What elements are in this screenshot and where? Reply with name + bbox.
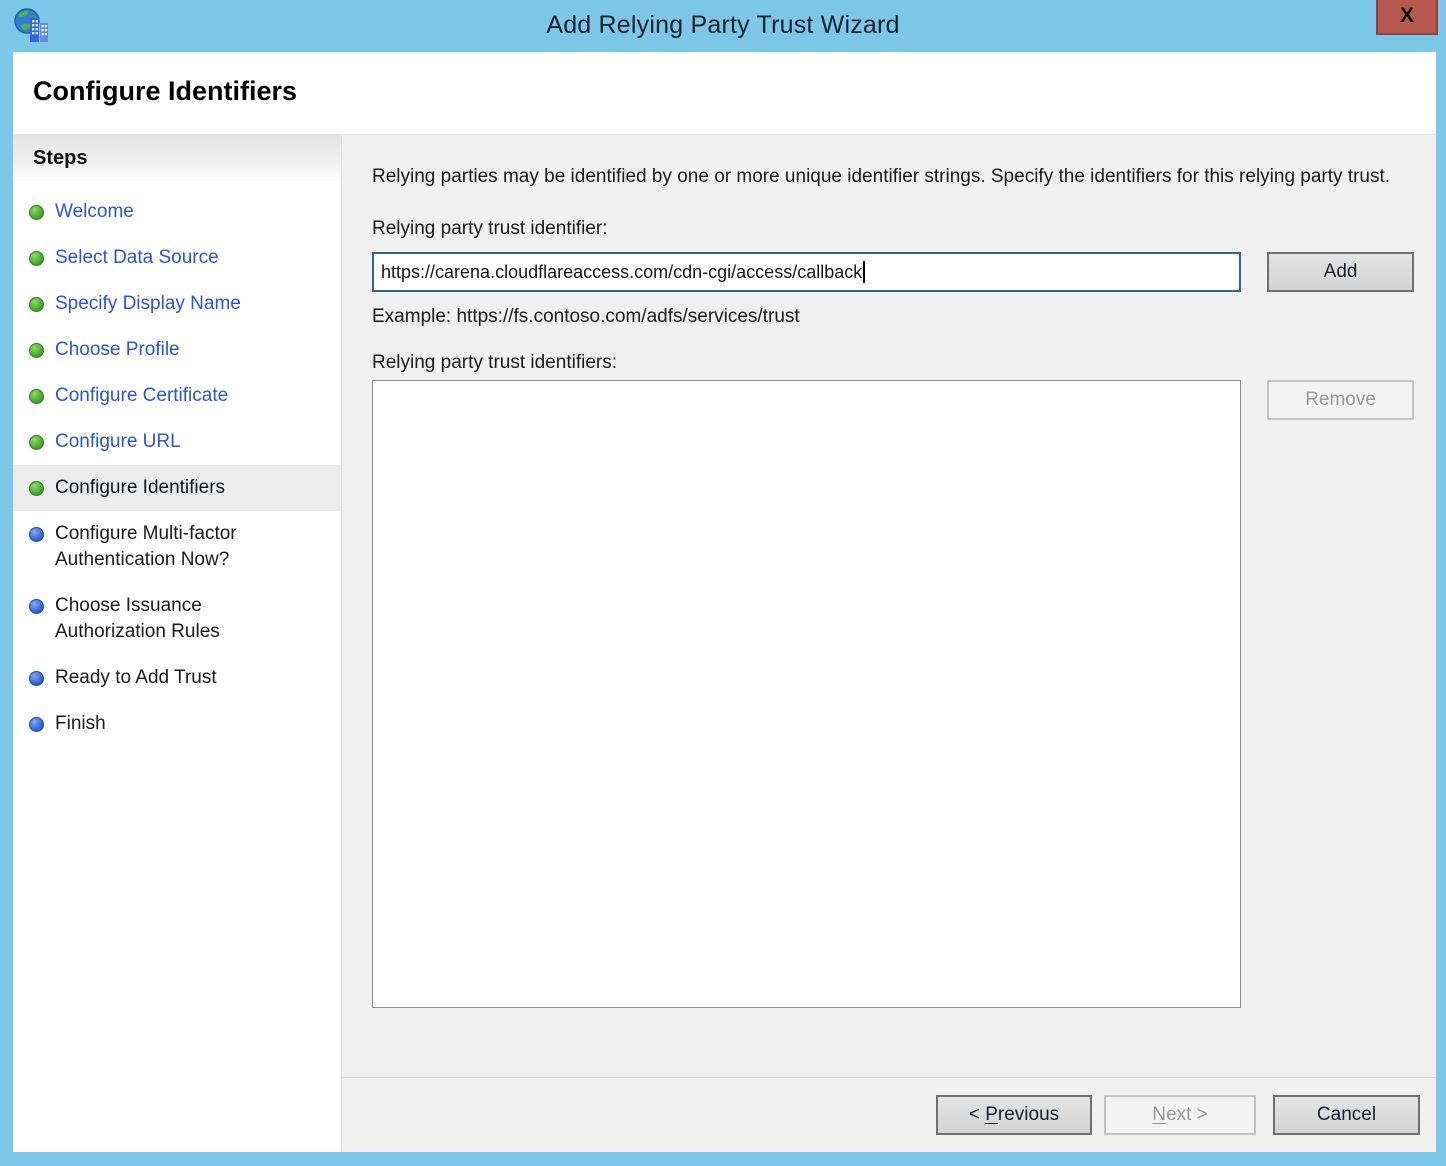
wizard-footer: < Previous Next > Cancel [342, 1077, 1436, 1152]
example-text: Example: https://fs.contoso.com/adfs/ser… [372, 306, 1414, 328]
steps-list: Welcome Select Data Source Specify Displ… [13, 189, 341, 747]
sidebar-item-label: Finish [55, 711, 106, 737]
sidebar-item-label[interactable]: Welcome [55, 199, 134, 225]
step-done-icon [29, 343, 44, 358]
sidebar-item-label[interactable]: Select Data Source [55, 245, 219, 271]
identifier-input-label: Relying party trust identifier: [372, 218, 1414, 240]
step-todo-icon [29, 527, 44, 542]
sidebar-item-welcome[interactable]: Welcome [13, 189, 341, 235]
add-button[interactable]: Add [1267, 252, 1414, 292]
sidebar-item-choose-issuance-rules: Choose Issuance Authorization Rules [13, 583, 341, 655]
step-done-icon [29, 389, 44, 404]
sidebar-item-label: Configure Identifiers [55, 475, 225, 501]
titlebar: Add Relying Party Trust Wizard X [0, 0, 1446, 52]
content-panel: Relying parties may be identified by one… [342, 135, 1436, 1077]
step-todo-icon [29, 671, 44, 686]
sidebar-item-select-data-source[interactable]: Select Data Source [13, 235, 341, 281]
step-done-icon [29, 435, 44, 450]
identifier-input-value: https://carena.cloudflareaccess.com/cdn-… [381, 262, 862, 283]
steps-sidebar: Steps Welcome Select Data Source Specify… [13, 135, 342, 1152]
sidebar-item-choose-profile[interactable]: Choose Profile [13, 327, 341, 373]
step-current-icon [29, 481, 44, 496]
cancel-button[interactable]: Cancel [1273, 1095, 1420, 1135]
remove-button[interactable]: Remove [1267, 380, 1414, 420]
sidebar-item-label[interactable]: Specify Display Name [55, 291, 241, 317]
sidebar-item-ready-to-add-trust: Ready to Add Trust [13, 655, 341, 701]
sidebar-item-configure-certificate[interactable]: Configure Certificate [13, 373, 341, 419]
sidebar-item-label: Configure Multi-factor Authentication No… [55, 521, 287, 573]
step-done-icon [29, 205, 44, 220]
steps-heading: Steps [13, 135, 341, 181]
identifiers-list-label: Relying party trust identifiers: [372, 352, 1414, 374]
wizard-window: Configure Identifiers Steps Welcome Sele… [13, 52, 1436, 1152]
close-button[interactable]: X [1376, 0, 1438, 35]
step-todo-icon [29, 599, 44, 614]
close-icon: X [1400, 4, 1414, 27]
wizard-header: Configure Identifiers [13, 52, 1436, 134]
previous-button[interactable]: < Previous [936, 1095, 1092, 1135]
sidebar-item-configure-url[interactable]: Configure URL [13, 419, 341, 465]
step-done-icon [29, 251, 44, 266]
sidebar-item-specify-display-name[interactable]: Specify Display Name [13, 281, 341, 327]
sidebar-item-label: Choose Issuance Authorization Rules [55, 593, 287, 645]
sidebar-item-label[interactable]: Configure Certificate [55, 383, 228, 409]
text-caret [863, 261, 865, 283]
sidebar-item-configure-identifiers: Configure Identifiers [13, 465, 341, 511]
sidebar-item-label[interactable]: Configure URL [55, 429, 181, 455]
page-description: Relying parties may be identified by one… [372, 163, 1414, 190]
sidebar-item-configure-mfa: Configure Multi-factor Authentication No… [13, 511, 341, 583]
window-title: Add Relying Party Trust Wizard [0, 0, 1446, 52]
next-button[interactable]: Next > [1104, 1095, 1256, 1135]
page-title: Configure Identifiers [13, 52, 1436, 107]
identifiers-listbox[interactable] [372, 380, 1241, 1008]
sidebar-item-label: Ready to Add Trust [55, 665, 217, 691]
step-todo-icon [29, 717, 44, 732]
identifier-input[interactable]: https://carena.cloudflareaccess.com/cdn-… [372, 252, 1241, 292]
sidebar-item-label[interactable]: Choose Profile [55, 337, 180, 363]
step-done-icon [29, 297, 44, 312]
sidebar-item-finish: Finish [13, 701, 341, 747]
